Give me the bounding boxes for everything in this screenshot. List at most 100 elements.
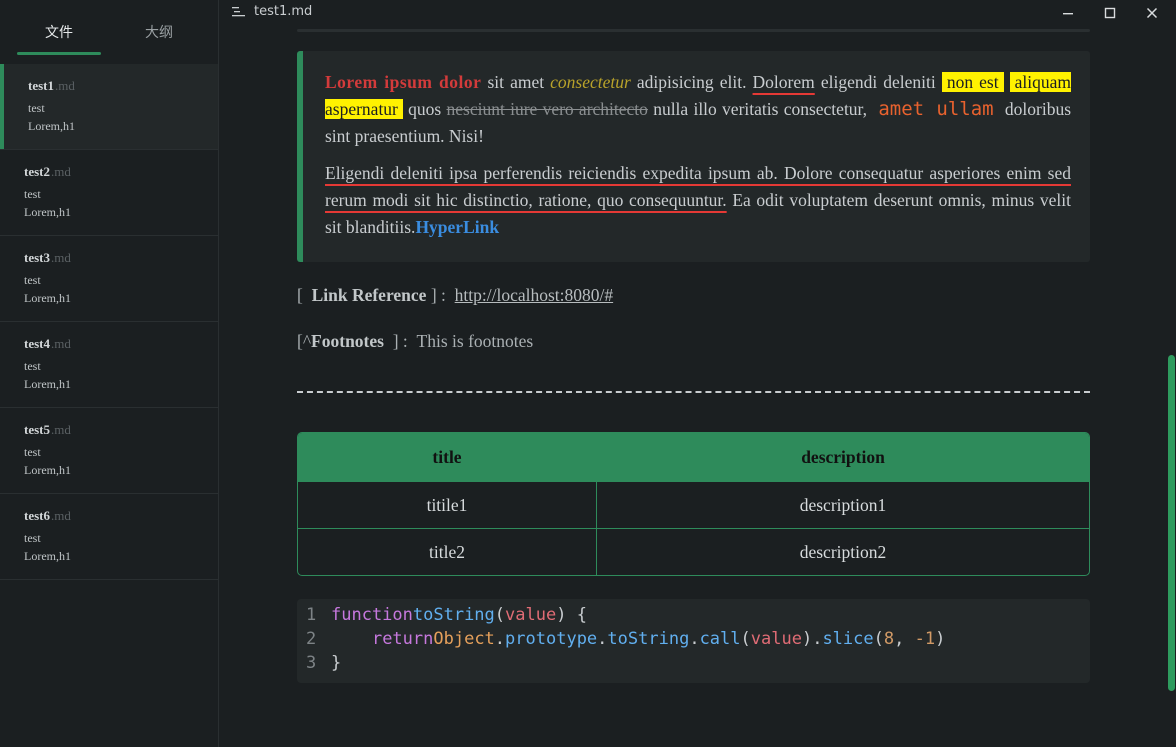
punctuation: ) bbox=[935, 629, 946, 649]
file-item-test6[interactable]: test6.md test Lorem,h1 bbox=[0, 494, 218, 580]
reference-label: Link Reference bbox=[311, 285, 427, 305]
punctuation: ( bbox=[494, 605, 506, 625]
line-number: 3 bbox=[306, 653, 317, 673]
file-name: test3.md bbox=[24, 250, 71, 265]
code-block: 1 function toString(value) { 2 return Obj… bbox=[297, 599, 1090, 683]
file-preview-line: Lorem,h1 bbox=[24, 205, 71, 219]
horizontal-rule bbox=[297, 391, 1090, 393]
file-item-test3[interactable]: test3.md test Lorem,h1 bbox=[0, 236, 218, 322]
property: toString bbox=[607, 629, 690, 649]
bracket-close: ] : bbox=[392, 331, 408, 351]
punctuation: . bbox=[689, 629, 700, 649]
object-name: Object bbox=[433, 629, 495, 649]
plain-text: sit amet bbox=[481, 72, 551, 92]
tab-files[interactable]: 文件 bbox=[9, 22, 109, 42]
punctuation: ) { bbox=[556, 605, 587, 625]
keyword: return bbox=[371, 629, 434, 649]
code-line: 1 function toString(value) { bbox=[297, 603, 1090, 627]
data-table: title description titile1 description1 t… bbox=[297, 432, 1090, 576]
top-rule bbox=[297, 29, 1090, 32]
parameter: value bbox=[750, 629, 802, 649]
parameter: value bbox=[505, 605, 557, 625]
blockquote-paragraph: Lorem ipsum dolor sit amet consectetur a… bbox=[325, 69, 1072, 150]
method: slice bbox=[822, 629, 874, 649]
footnote: [^Footnotes ] : This is footnotes bbox=[297, 331, 533, 352]
table-row: title2 description2 bbox=[298, 528, 1089, 575]
highlighted-text: non est bbox=[941, 72, 1004, 92]
file-item-test4[interactable]: test4.md test Lorem,h1 bbox=[0, 322, 218, 408]
method: call bbox=[699, 629, 741, 649]
file-preview-line: test bbox=[28, 101, 45, 115]
punctuation: . bbox=[597, 629, 608, 649]
close-icon[interactable] bbox=[1141, 2, 1163, 24]
number-literal: 8 bbox=[883, 629, 895, 649]
punctuation: } bbox=[331, 653, 342, 673]
file-preview-line: Lorem,h1 bbox=[24, 291, 71, 305]
document-title: test1.md bbox=[254, 4, 313, 19]
inline-code: amet ullam bbox=[878, 98, 994, 120]
file-name: test2.md bbox=[24, 164, 71, 179]
file-name: test4.md bbox=[24, 336, 71, 351]
table-cell: title2 bbox=[298, 529, 597, 575]
property: prototype bbox=[505, 629, 598, 649]
scrollbar-thumb[interactable] bbox=[1168, 355, 1175, 691]
code-line: 2 return Object. prototype. toString. call(… bbox=[297, 627, 1090, 651]
table-row: titile1 description1 bbox=[298, 481, 1089, 528]
file-preview-line: test bbox=[24, 445, 41, 459]
plain-text: quos bbox=[402, 99, 447, 119]
plain-text: adipisicing elit. bbox=[630, 72, 753, 92]
file-preview-line: Lorem,h1 bbox=[24, 463, 71, 477]
file-preview-line: Lorem,h1 bbox=[24, 377, 71, 391]
table-cell: description2 bbox=[799, 541, 887, 562]
line-number: 2 bbox=[306, 629, 317, 649]
footnote-text: This is footnotes bbox=[416, 331, 534, 351]
file-preview-line: test bbox=[24, 273, 41, 287]
file-item-test1[interactable]: test1.md test Lorem,h1 bbox=[0, 64, 218, 150]
reference-url[interactable]: http://localhost:8080/# bbox=[455, 285, 613, 305]
blockquote-paragraph: Eligendi deleniti ipsa perferendis reici… bbox=[325, 160, 1071, 241]
document-lines-icon[interactable] bbox=[232, 6, 246, 18]
sidebar: 文件 大纲 test1.md test Lorem,h1 test2.md te… bbox=[0, 0, 219, 747]
plain-text: nulla illo veritatis consectetur, bbox=[647, 99, 873, 119]
sidebar-tabs: 文件 大纲 bbox=[0, 0, 218, 64]
bracket-open: [^ bbox=[297, 331, 312, 351]
bracket-close: ] : bbox=[430, 285, 446, 305]
code-line: 3} bbox=[297, 651, 1090, 675]
file-item-test5[interactable]: test5.md test Lorem,h1 bbox=[0, 408, 218, 494]
maximize-icon[interactable] bbox=[1099, 2, 1121, 24]
file-preview-line: test bbox=[24, 531, 41, 545]
bracket-open: [ bbox=[297, 285, 303, 305]
blockquote: Lorem ipsum dolor sit amet consectetur a… bbox=[297, 51, 1090, 262]
italic-text: consectetur bbox=[550, 72, 631, 92]
hyperlink[interactable]: HyperLink bbox=[415, 217, 499, 237]
file-preview-line: Lorem,h1 bbox=[24, 549, 71, 563]
function-name: toString bbox=[412, 605, 495, 625]
file-preview-line: test bbox=[24, 187, 41, 201]
file-name: test5.md bbox=[24, 422, 71, 437]
file-preview-line: Lorem,h1 bbox=[28, 119, 75, 133]
keyword: function bbox=[331, 605, 413, 625]
punctuation: . bbox=[494, 629, 506, 649]
punctuation: ( bbox=[740, 629, 751, 649]
minimize-icon[interactable] bbox=[1057, 2, 1079, 24]
table-header-row: title description bbox=[298, 433, 1089, 481]
file-name: test6.md bbox=[24, 508, 71, 523]
table-cell: titile1 bbox=[298, 482, 597, 528]
file-name: test1.md bbox=[28, 78, 75, 93]
table-header-cell: description bbox=[801, 446, 885, 467]
bold-red-text: Lorem ipsum dolor bbox=[325, 72, 482, 92]
file-item-test2[interactable]: test2.md test Lorem,h1 bbox=[0, 150, 218, 236]
underlined-text: Dolorem bbox=[752, 72, 815, 92]
punctuation: , bbox=[894, 629, 915, 649]
link-reference: [ Link Reference ] : http://localhost:80… bbox=[297, 285, 613, 306]
footnote-label: Footnotes bbox=[311, 331, 384, 351]
active-tab-indicator bbox=[17, 52, 101, 55]
table-header-cell: title bbox=[432, 446, 462, 467]
tab-outline[interactable]: 大纲 bbox=[109, 22, 209, 42]
number-literal: -1 bbox=[914, 629, 936, 649]
file-list: test1.md test Lorem,h1 test2.md test Lor… bbox=[0, 64, 218, 580]
line-number: 1 bbox=[306, 605, 317, 625]
punctuation: ( bbox=[873, 629, 884, 649]
punctuation: ). bbox=[801, 629, 823, 649]
